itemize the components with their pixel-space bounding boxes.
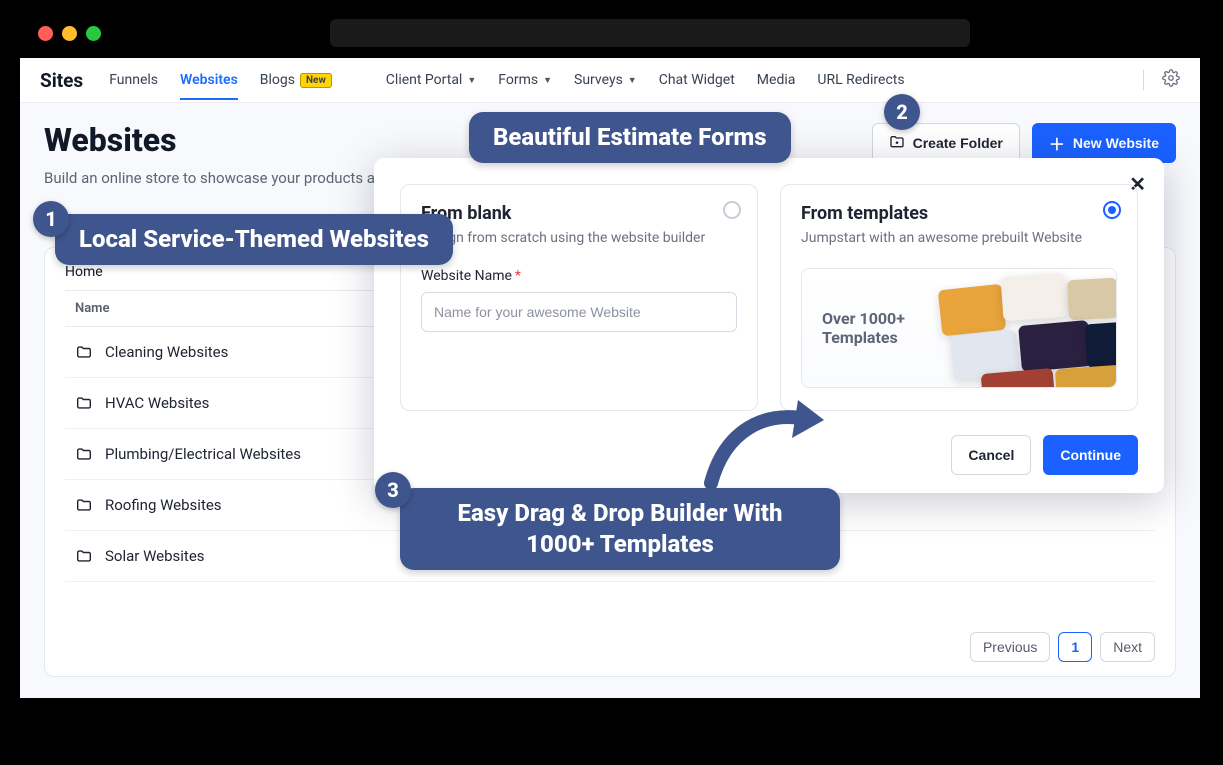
nav-blogs-label: Blogs: [260, 72, 295, 88]
nav-funnels[interactable]: Funnels: [109, 72, 158, 88]
address-bar[interactable]: [330, 19, 970, 47]
nav-websites[interactable]: Websites: [180, 72, 238, 100]
nav-client-portal[interactable]: Client Portal ▼: [386, 72, 476, 88]
page-1-button[interactable]: 1: [1058, 632, 1092, 662]
list-item-label: HVAC Websites: [105, 394, 209, 412]
chevron-down-icon: ▼: [628, 75, 637, 86]
minimize-window-icon[interactable]: [62, 26, 77, 41]
continue-button[interactable]: Continue: [1043, 435, 1138, 475]
new-badge: New: [300, 73, 332, 88]
website-name-input[interactable]: [421, 292, 737, 332]
radio-templates[interactable]: [1103, 201, 1121, 219]
radio-blank[interactable]: [723, 201, 741, 219]
list-item-label: Plumbing/Electrical Websites: [105, 445, 301, 463]
brand: Sites: [40, 69, 83, 92]
folder-icon: [75, 549, 93, 563]
nav-url-redirects[interactable]: URL Redirects: [817, 72, 904, 88]
gear-icon[interactable]: [1162, 69, 1180, 91]
chevron-down-icon: ▼: [467, 75, 476, 86]
arrow-icon: [696, 388, 826, 498]
title-bar: [20, 8, 1200, 58]
chevron-down-icon: ▼: [543, 75, 552, 86]
new-website-label: New Website: [1073, 135, 1159, 151]
nav-client-portal-label: Client Portal: [386, 72, 463, 88]
nav-surveys[interactable]: Surveys ▼: [574, 72, 637, 88]
list-item-label: Roofing Websites: [105, 496, 222, 514]
nav-blogs[interactable]: Blogs New: [260, 72, 332, 88]
plus-icon: ＋: [1049, 131, 1065, 155]
top-nav: Sites Funnels Websites Blogs New Client …: [20, 58, 1200, 103]
choice-templates[interactable]: From templates Jumpstart with an awesome…: [780, 184, 1138, 411]
folder-plus-icon: [889, 134, 905, 153]
next-button[interactable]: Next: [1100, 632, 1155, 662]
create-folder-button[interactable]: Create Folder: [872, 123, 1020, 163]
cancel-button[interactable]: Cancel: [951, 435, 1031, 475]
nav-media[interactable]: Media: [757, 72, 796, 88]
list-item-label: Cleaning Websites: [105, 343, 228, 361]
callout-1-number: 1: [33, 201, 69, 237]
folder-icon: [75, 345, 93, 359]
folder-icon: [75, 498, 93, 512]
website-name-text: Website Name: [421, 268, 512, 284]
website-name-label: Website Name*: [421, 268, 737, 284]
templates-title: From templates: [801, 203, 1117, 224]
folder-icon: [75, 447, 93, 461]
choice-blank[interactable]: From blank Design from scratch using the…: [400, 184, 758, 411]
close-window-icon[interactable]: [38, 26, 53, 41]
callout-3-number: 3: [375, 472, 411, 508]
template-count-text: Over 1000+ Templates: [822, 309, 922, 347]
nav-chat-widget[interactable]: Chat Widget: [659, 72, 735, 88]
new-website-button[interactable]: ＋ New Website: [1032, 123, 1176, 163]
divider: [1143, 70, 1144, 90]
blank-title: From blank: [421, 203, 737, 224]
callout-1: Local Service-Themed Websites: [55, 214, 453, 265]
template-mosaic-icon: [936, 269, 1096, 387]
callout-3: Easy Drag & Drop Builder With 1000+ Temp…: [400, 488, 840, 570]
templates-sub: Jumpstart with an awesome prebuilt Websi…: [801, 230, 1117, 246]
callout-2-number: 2: [884, 94, 920, 130]
nav-forms-label: Forms: [498, 72, 538, 88]
folder-icon: [75, 396, 93, 410]
col-name: Name: [75, 301, 109, 316]
callout-2: Beautiful Estimate Forms: [469, 112, 791, 163]
template-preview: Over 1000+ Templates: [801, 268, 1117, 388]
nav-surveys-label: Surveys: [574, 72, 623, 88]
maximize-window-icon[interactable]: [86, 26, 101, 41]
list-item-label: Solar Websites: [105, 547, 205, 565]
blank-sub: Design from scratch using the website bu…: [421, 230, 737, 246]
create-folder-label: Create Folder: [913, 135, 1003, 151]
prev-button[interactable]: Previous: [970, 632, 1050, 662]
nav-forms[interactable]: Forms ▼: [498, 72, 552, 88]
